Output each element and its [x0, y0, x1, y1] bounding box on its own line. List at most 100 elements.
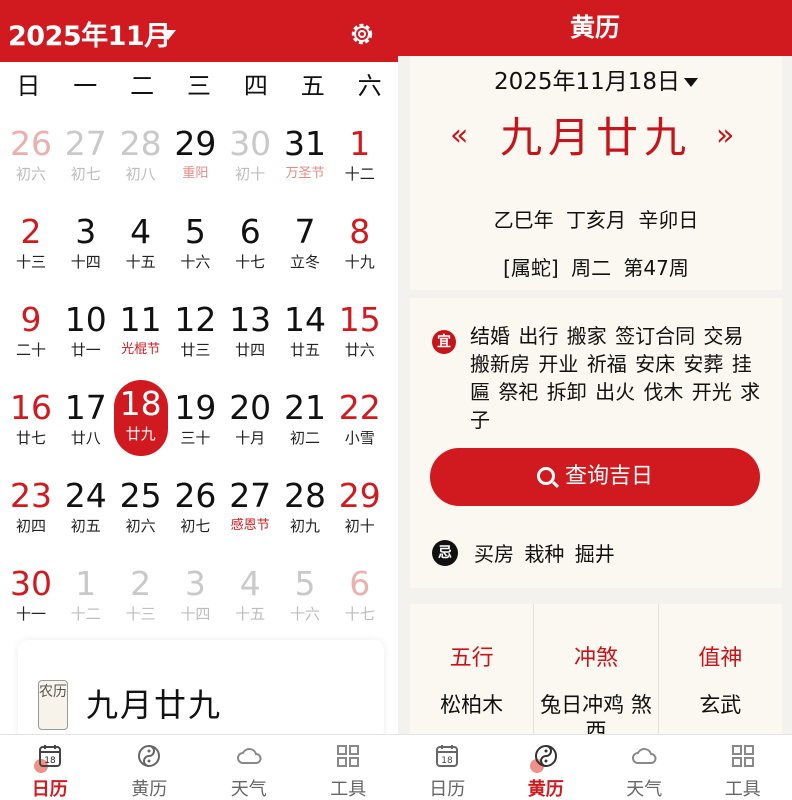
day-cell[interactable]: 6 十七 — [223, 198, 277, 284]
grid-icon — [337, 745, 360, 767]
query-button-label: 查询吉日 — [564, 464, 653, 489]
day-number: 10 — [64, 300, 107, 339]
date-selector[interactable]: 2025年11月18日 — [410, 62, 782, 96]
lunar-day-label: 初八 — [125, 165, 156, 183]
svg-text:18: 18 — [44, 756, 56, 766]
column-head: 冲煞 — [573, 646, 618, 671]
day-cell[interactable]: 27 感恩节 — [223, 462, 277, 548]
day-number: 24 — [64, 476, 107, 515]
day-cell[interactable]: 4 十五 — [223, 550, 277, 636]
day-cell[interactable]: 26 初七 — [168, 462, 222, 548]
selected-day-cell[interactable]: 18 廿九 — [113, 380, 168, 456]
lunar-day-label: 初六 — [15, 165, 46, 183]
tab-almanac[interactable]: 黄历 — [497, 735, 596, 800]
tab-calendar[interactable]: 18 日历 — [0, 735, 100, 800]
tab-almanac[interactable]: 黄历 — [100, 735, 200, 800]
weekday-label: 四 — [243, 72, 268, 100]
day-cell[interactable]: 2 十三 — [114, 550, 168, 636]
day-cell[interactable]: 23 初四 — [4, 462, 58, 548]
day-number: 27 — [64, 124, 107, 163]
lunar-day-label: 初七 — [70, 165, 101, 183]
day-cell[interactable]: 13 廿四 — [223, 286, 277, 372]
lunar-day-label: 重阳 — [182, 166, 209, 181]
lunar-day-label: 十二 — [70, 605, 101, 623]
day-cell[interactable]: 10 廿一 — [59, 286, 113, 372]
lunar-day-label: 十五 — [235, 605, 266, 623]
lunar-summary-card[interactable]: 农历 九月廿九 — [18, 640, 384, 740]
ji-badge: 忌 — [432, 540, 458, 566]
day-number: 30 — [10, 564, 52, 603]
chongsha-column[interactable]: 冲煞 兔日冲鸡 煞西 — [534, 604, 659, 744]
day-cell[interactable]: 19 三十 — [168, 374, 222, 460]
day-cell[interactable]: 3 十四 — [168, 550, 222, 636]
day-cell[interactable]: 24 初五 — [59, 462, 113, 548]
day-number: 27 — [229, 476, 272, 515]
day-cell[interactable]: 7 立冬 — [278, 198, 332, 284]
tab-tools[interactable]: 工具 — [299, 735, 399, 800]
lunar-day-label: 十月 — [235, 429, 266, 447]
day-cell[interactable]: 22 小雪 — [333, 374, 387, 460]
day-cell[interactable]: 3 十四 — [59, 198, 113, 284]
tab-label: 黄历 — [131, 779, 168, 800]
day-cell[interactable]: 30 初十 — [223, 110, 277, 196]
day-cell[interactable]: 17 廿八 — [59, 374, 113, 460]
gear-icon[interactable] — [348, 20, 376, 48]
month-title[interactable]: 2025年11月 — [8, 14, 171, 53]
day-cell[interactable]: 27 初七 — [59, 110, 113, 196]
day-cell[interactable]: 5 十六 — [168, 198, 222, 284]
day-cell[interactable]: 4 十五 — [114, 198, 168, 284]
day-cell[interactable]: 9 二十 — [4, 286, 58, 372]
tab-calendar[interactable]: 18 日历 — [398, 735, 497, 800]
day-cell[interactable]: 12 廿三 — [168, 286, 222, 372]
day-cell[interactable]: 26 初六 — [4, 110, 58, 196]
lunar-day-label: 十九 — [344, 253, 375, 271]
day-cell[interactable]: 20 十月 — [223, 374, 277, 460]
day-number: 29 — [174, 124, 217, 163]
day-cell[interactable]: 5 十六 — [278, 550, 332, 636]
lunar-day-label: 十三 — [15, 253, 46, 271]
day-cell[interactable]: 31 万圣节 — [278, 110, 332, 196]
day-cell[interactable]: 1 十二 — [59, 550, 113, 636]
day-cell[interactable]: 25 初六 — [114, 462, 168, 548]
day-cell[interactable]: 15 廿六 — [333, 286, 387, 372]
day-cell[interactable]: 6 十七 — [333, 550, 387, 636]
day-cell[interactable]: 16 廿七 — [4, 374, 58, 460]
day-cell[interactable]: 29 初十 — [333, 462, 387, 548]
chevron-down-icon[interactable] — [160, 30, 176, 40]
wuxing-column[interactable]: 五行 松柏木 — [410, 604, 535, 744]
day-cell[interactable]: 21 初二 — [278, 374, 332, 460]
next-day-icon[interactable]: » — [716, 118, 734, 153]
lunar-day-label: 万圣节 — [285, 166, 325, 181]
day-number: 9 — [20, 300, 42, 339]
day-number: 4 — [239, 564, 261, 603]
day-number: 29 — [338, 476, 381, 515]
tab-weather[interactable]: 天气 — [595, 735, 694, 800]
search-icon — [536, 467, 555, 485]
day-number: 13 — [229, 300, 272, 339]
day-cell[interactable]: 28 初八 — [114, 110, 168, 196]
tab-label: 工具 — [330, 779, 367, 800]
column-head: 值神 — [698, 646, 743, 671]
day-cell[interactable]: 14 廿五 — [278, 286, 332, 372]
day-cell[interactable]: 28 初九 — [278, 462, 332, 548]
query-lucky-day-button[interactable]: 查询吉日 — [430, 448, 760, 506]
day-cell[interactable]: 2 十三 — [4, 198, 58, 284]
calendar-icon: 18 — [436, 745, 459, 767]
day-cell[interactable]: 30 十一 — [4, 550, 58, 636]
lunar-date: 九月廿九 — [86, 686, 223, 724]
day-cell[interactable]: 8 十九 — [333, 198, 387, 284]
day-number: 16 — [10, 388, 52, 427]
lunar-day-label: 光棍节 — [121, 342, 161, 357]
day-cell[interactable]: 11 光棍节 — [114, 286, 168, 372]
day-cell[interactable]: 1 十二 — [333, 110, 387, 196]
day-number: 14 — [284, 300, 326, 339]
day-cell[interactable]: 29 重阳 — [168, 110, 222, 196]
lunar-day-label: 廿三 — [180, 341, 211, 359]
yin-yang-icon — [534, 745, 557, 767]
lunar-day-label: 三十 — [180, 429, 211, 447]
zhishen-column[interactable]: 值神 玄武 — [659, 604, 782, 744]
tab-weather[interactable]: 天气 — [199, 735, 299, 800]
column-value: 玄武 — [699, 693, 742, 717]
day-number: 5 — [294, 564, 316, 603]
tab-tools[interactable]: 工具 — [694, 735, 792, 800]
